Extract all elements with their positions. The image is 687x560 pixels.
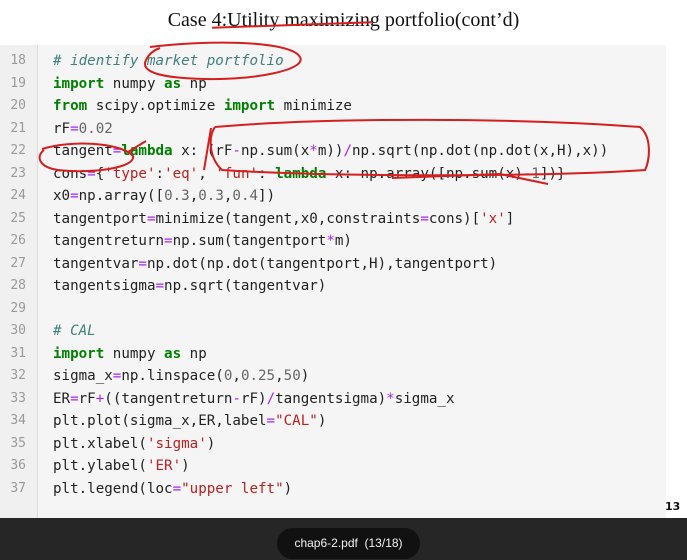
- code-text: ER=rF+((tangentreturn-rF)/tangentsigma)*…: [53, 390, 455, 407]
- line-number: 21: [10, 120, 26, 136]
- line-number: 26: [10, 233, 26, 248]
- pdf-filename: chap6-2.pdf: [294, 536, 358, 550]
- code-text: import numpy as np: [53, 345, 207, 362]
- code-text: tangentsigma=np.sqrt(tangentvar): [53, 278, 327, 294]
- line-number: 22: [10, 143, 26, 158]
- line-number: 32: [10, 368, 26, 383]
- slide-page-number: 13: [665, 500, 681, 513]
- line-number: 30: [10, 323, 26, 338]
- line-number: 29: [10, 300, 26, 316]
- code-text: tangentvar=np.dot(np.dot(tangentport,H),…: [53, 255, 498, 272]
- code-block: 18 # identify market portfolio 19 import nu…: [0, 45, 666, 518]
- line-number: 35: [10, 435, 26, 451]
- code-text: sigma_x=np.linspace(0,0.25,50): [53, 368, 310, 384]
- pdf-page-counter: (13/18): [364, 536, 403, 550]
- code-text: x0=np.array([0.3,0.3,0.4]): [53, 188, 276, 204]
- code-text: rF=0.02: [53, 120, 113, 137]
- line-number: 31: [10, 345, 26, 361]
- code-text: from scipy.optimize import minimize: [53, 98, 352, 114]
- line-number: 20: [10, 98, 26, 113]
- slide-title: Case 4:Utility maximizing portfolio(cont…: [167, 9, 520, 31]
- line-number: 34: [10, 413, 26, 428]
- line-number: 23: [10, 165, 26, 181]
- code-text: cons={'type':'eq', 'fun': lambda x: np.a…: [53, 165, 566, 182]
- line-number: 24: [10, 188, 26, 203]
- code-text: plt.xlabel('sigma'): [53, 435, 216, 452]
- line-number: 18: [10, 53, 26, 68]
- code-text: tangentreturn=np.sum(tangentport*m): [53, 233, 352, 249]
- code-text: # identify market portfolio: [53, 53, 284, 69]
- pdf-page-indicator[interactable]: chap6-2.pdf (13/18): [277, 528, 420, 559]
- line-number: 25: [10, 210, 26, 226]
- line-number: 36: [10, 458, 26, 473]
- line-number: 37: [10, 480, 26, 496]
- line-number: 27: [10, 255, 26, 271]
- code-text: plt.legend(loc="upper left"): [53, 480, 293, 497]
- code-text: tangentport=minimize(tangent,x0,constrai…: [53, 210, 515, 227]
- pdf-page: Case 4:Utility maximizing portfolio(cont…: [0, 0, 687, 518]
- code-text: # CAL: [53, 323, 96, 339]
- code-text: plt.ylabel('ER'): [53, 458, 190, 474]
- line-number: 33: [10, 390, 26, 406]
- code-text: import numpy as np: [53, 75, 207, 92]
- line-number: 19: [10, 75, 26, 91]
- code-text: plt.plot(sigma_x,ER,label="CAL"): [53, 413, 327, 429]
- code-text: tangent=lambda x: (rF-np.sum(x*m))/np.sq…: [53, 143, 609, 159]
- line-number: 28: [10, 278, 26, 293]
